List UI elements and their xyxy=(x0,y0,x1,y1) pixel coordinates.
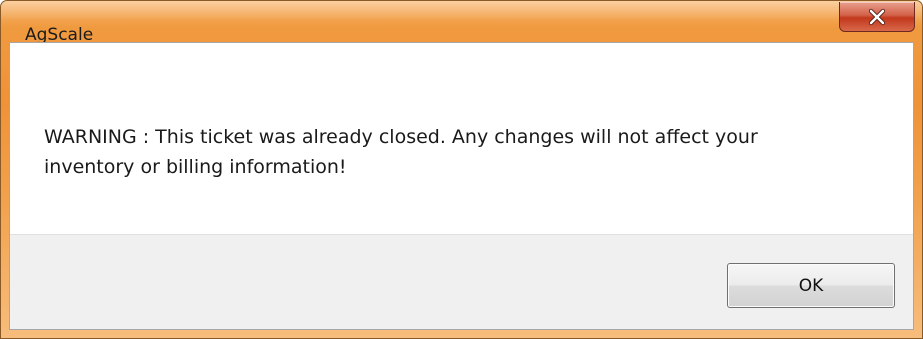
dialog-window: AgScale WARNING : This ticket was alread… xyxy=(0,0,923,339)
message-area: WARNING : This ticket was already closed… xyxy=(10,43,913,234)
close-button[interactable] xyxy=(839,2,915,32)
dialog-client-area: WARNING : This ticket was already closed… xyxy=(9,42,914,330)
button-area: OK xyxy=(10,234,913,329)
ok-button[interactable]: OK xyxy=(727,263,895,308)
window-bottom-border xyxy=(1,330,922,338)
title-bar[interactable]: AgScale xyxy=(1,1,922,44)
warning-message: WARNING : This ticket was already closed… xyxy=(44,122,874,182)
close-icon xyxy=(868,8,886,25)
warning-message-line-2: inventory or billing information! xyxy=(44,156,347,178)
warning-message-line-1: WARNING : This ticket was already closed… xyxy=(44,126,758,148)
